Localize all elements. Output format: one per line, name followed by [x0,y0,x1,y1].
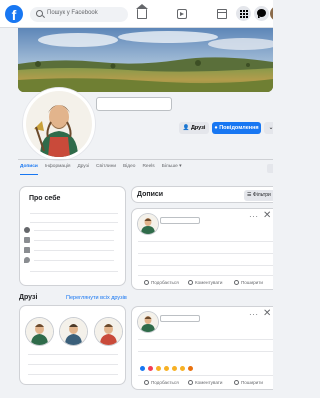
posts-title: Дописи [137,191,164,198]
like-button[interactable]: Подобається [144,280,179,285]
post-actions: Подобається Коментувати Поширити [132,380,273,390]
like-icon [144,280,149,285]
profile-divider [18,159,273,160]
about-card: Про себе [19,186,126,286]
friend-portrait-image [95,318,122,345]
info-icon [24,227,30,233]
post-author-avatar[interactable] [138,214,158,234]
account-avatar[interactable] [270,6,273,21]
post-author-avatar[interactable] [138,312,158,332]
reaction-icon [171,365,178,372]
post-options-icon[interactable]: ··· [249,212,259,221]
share-button[interactable]: Поширити [234,280,263,285]
friend-portrait-image [60,318,87,345]
about-title: Про себе [29,195,61,202]
tab-about[interactable]: Інформація [45,164,71,178]
close-icon[interactable]: ✕ [263,308,271,319]
reaction-icon [155,365,162,372]
like-button[interactable]: Подобається [144,380,179,385]
tab-more[interactable]: Більше ▾ [162,164,182,178]
reaction-icon [139,365,146,372]
tab-friends[interactable]: Друзі [78,164,90,178]
message-button-label: Повідомлення [219,125,259,131]
post-actions: Подобається Коментувати Поширити [132,280,273,290]
top-navigation-bar: f Пошук у Facebook [0,0,273,28]
post-card: ··· ✕ Подобається Коментувати Поширити [131,306,273,390]
profile-picture[interactable] [23,88,95,160]
comment-icon [188,380,193,385]
comment-button[interactable]: Коментувати [188,280,222,285]
reaction-icon [163,365,170,372]
profile-name-field [96,97,172,111]
search-input[interactable]: Пошук у Facebook [30,7,128,22]
message-button[interactable]: ● Повідомлення [212,122,261,134]
friend-avatar[interactable] [60,318,87,345]
friend-avatar[interactable] [26,318,53,345]
friends-card [19,305,126,385]
friend-avatar[interactable] [95,318,122,345]
cover-photo[interactable] [18,28,273,92]
author-portrait-image [138,312,158,332]
home-icon[interactable] [136,4,148,19]
share-icon [234,280,239,285]
close-icon[interactable]: ✕ [263,210,271,221]
see-all-friends-link[interactable]: Переглянути всіх друзів [66,295,127,301]
home-location-icon [24,247,30,253]
comment-button[interactable]: Коментувати [188,380,222,385]
marketplace-icon[interactable] [217,9,227,19]
cossack-portrait-image [26,91,92,157]
filters-button[interactable]: ☰ Фільтри [244,190,273,201]
reaction-icon [147,365,154,372]
search-placeholder: Пошук у Facebook [47,10,98,16]
friends-button[interactable]: 👤 Друзі [179,122,209,134]
share-icon [234,380,239,385]
comment-icon [188,280,193,285]
post-card: ··· ✕ Подобається Коментувати Поширити [131,208,273,290]
reaction-icon [179,365,186,372]
messenger-icon[interactable] [254,6,269,21]
friends-section-title: Друзі [19,294,38,301]
search-icon [36,10,43,17]
post-author-name[interactable] [160,315,200,322]
friends-button-label: Друзі [190,125,206,131]
tab-videos[interactable]: Відео [123,164,135,178]
facebook-logo-icon[interactable]: f [5,5,23,23]
share-button[interactable]: Поширити [234,380,263,385]
author-portrait-image [138,214,158,234]
menu-grid-button[interactable] [236,6,251,21]
reactions-row[interactable] [139,365,195,372]
like-icon [144,380,149,385]
more-options-button[interactable]: ⌄ [264,122,273,134]
tab-reels[interactable]: Reels [142,164,154,178]
work-icon [24,237,30,243]
post-author-name[interactable] [160,217,200,224]
tab-photos[interactable]: Світлини [96,164,116,178]
profile-tabs: Дописи Інформація Друзі Світлини Відео R… [20,164,181,178]
cover-landscape-image [18,28,273,92]
filters-label: Фільтри [252,192,271,198]
posts-header-card: Дописи ☰ Фільтри [131,186,273,203]
video-icon[interactable] [177,9,187,19]
facebook-profile-page: f Пошук у Facebook 👤 Друзі ● Повідомленн… [0,0,273,398]
post-options-icon[interactable]: ··· [249,310,259,319]
location-pin-icon [24,257,30,263]
tabs-overflow-button[interactable] [267,164,273,173]
reaction-icon [187,365,194,372]
friend-portrait-image [26,318,53,345]
tab-posts[interactable]: Дописи [20,164,38,175]
